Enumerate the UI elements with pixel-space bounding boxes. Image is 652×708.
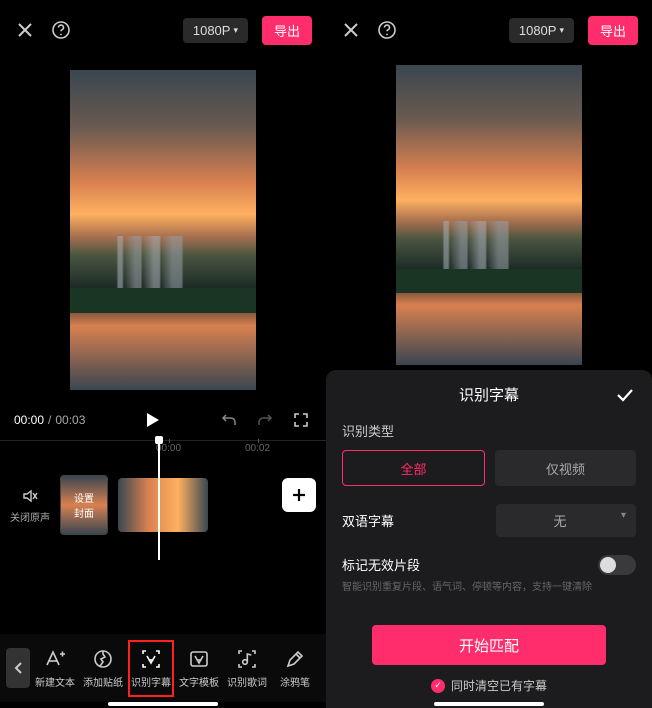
- tool-label: 识别字幕: [131, 674, 171, 689]
- tool-label: 涂鸦笔: [280, 674, 310, 689]
- player-controls: 00:00 / 00:03: [0, 400, 326, 440]
- bilingual-select[interactable]: 无: [496, 504, 636, 537]
- chevron-down-icon: ▾: [559, 25, 564, 36]
- editor-pane-right: 1080P ▾ 导出 识别字幕 识别类型 全部 仅视频 双语字幕 无 标记无效片: [326, 0, 652, 708]
- mute-toggle[interactable]: 关闭原声: [10, 487, 50, 524]
- panel-title: 识别字幕: [459, 384, 519, 405]
- tool-recognize-lyrics[interactable]: 识别歌词: [224, 642, 270, 695]
- tool-text-template[interactable]: 文字模板: [176, 642, 222, 695]
- confirm-icon[interactable]: [614, 384, 636, 406]
- playhead[interactable]: [158, 438, 160, 560]
- clear-existing-label: 同时清空已有字幕: [451, 677, 547, 694]
- topbar: 1080P ▾ 导出: [326, 0, 652, 60]
- option-all[interactable]: 全部: [342, 450, 485, 486]
- current-time: 00:00: [14, 413, 44, 427]
- close-icon[interactable]: [14, 19, 36, 41]
- tool-label: 识别歌词: [227, 674, 267, 689]
- invalid-row: 标记无效片段 智能识别重复片段、语气词、停顿等内容，支持一键清除: [342, 555, 636, 593]
- subtitle-scan-icon: [140, 648, 162, 670]
- export-button[interactable]: 导出: [588, 16, 638, 45]
- home-indicator: [434, 702, 544, 706]
- type-options: 全部 仅视频: [342, 450, 636, 486]
- type-label: 识别类型: [342, 421, 636, 440]
- redo-icon[interactable]: [254, 409, 276, 431]
- export-button[interactable]: 导出: [262, 16, 312, 45]
- tool-recognize-subtitle[interactable]: 识别字幕: [128, 640, 174, 697]
- fullscreen-icon[interactable]: [290, 409, 312, 431]
- recognize-subtitle-panel: 识别字幕 识别类型 全部 仅视频 双语字幕 无 标记无效片段 智能识别重复片段、…: [326, 370, 652, 708]
- checkmark-icon: ✓: [431, 679, 445, 693]
- play-icon[interactable]: [141, 409, 163, 431]
- video-preview[interactable]: [0, 60, 326, 400]
- bilingual-value: 无: [553, 514, 566, 529]
- toolbar-back-button[interactable]: [6, 648, 30, 688]
- undo-icon[interactable]: [218, 409, 240, 431]
- video-thumbnail: [396, 65, 582, 365]
- panel-header: 识别字幕: [342, 384, 636, 405]
- help-icon[interactable]: [50, 19, 72, 41]
- invalid-label: 标记无效片段: [342, 555, 592, 574]
- invalid-toggle[interactable]: [598, 555, 636, 575]
- template-icon: [188, 648, 210, 670]
- speaker-off-icon: [21, 487, 39, 505]
- tool-doodle-pen[interactable]: 涂鸦笔: [272, 642, 318, 695]
- resolution-button[interactable]: 1080P ▾: [183, 18, 248, 43]
- tool-add-sticker[interactable]: 添加贴纸: [80, 642, 126, 695]
- resolution-label: 1080P: [519, 23, 557, 38]
- resolution-label: 1080P: [193, 23, 231, 38]
- video-thumbnail: [70, 70, 256, 390]
- tool-label: 文字模板: [179, 674, 219, 689]
- resolution-button[interactable]: 1080P ▾: [509, 18, 574, 43]
- timeline[interactable]: 关闭原声 设置 封面: [0, 460, 326, 550]
- add-clip-button[interactable]: [282, 478, 316, 512]
- close-icon[interactable]: [340, 19, 362, 41]
- bilingual-row: 双语字幕 无: [342, 504, 636, 537]
- start-match-button[interactable]: 开始匹配: [372, 625, 606, 665]
- sticker-icon: [92, 648, 114, 670]
- invalid-desc: 智能识别重复片段、语气词、停顿等内容，支持一键清除: [342, 578, 592, 593]
- help-icon[interactable]: [376, 19, 398, 41]
- clear-existing-row[interactable]: ✓ 同时清空已有字幕: [342, 677, 636, 694]
- lyrics-scan-icon: [236, 648, 258, 670]
- editor-pane-left: 1080P ▾ 导出 00:00 / 00:03 00:00: [0, 0, 326, 708]
- home-indicator: [108, 702, 218, 706]
- tool-label: 添加贴纸: [83, 674, 123, 689]
- option-video-only[interactable]: 仅视频: [495, 450, 636, 486]
- timeline-clip[interactable]: [118, 478, 208, 532]
- set-cover-label: 设置 封面: [74, 490, 94, 520]
- tool-label: 新建文本: [35, 674, 75, 689]
- tool-new-text[interactable]: 新建文本: [32, 642, 78, 695]
- topbar: 1080P ▾ 导出: [0, 0, 326, 60]
- pen-icon: [284, 648, 306, 670]
- chevron-down-icon: ▾: [233, 25, 238, 36]
- ruler-tick: 00:02: [245, 443, 270, 454]
- set-cover-button[interactable]: 设置 封面: [60, 475, 108, 535]
- timeline-ruler[interactable]: 00:00 00:02: [0, 440, 326, 460]
- mute-label: 关闭原声: [10, 509, 50, 524]
- bottom-toolbar: 新建文本 添加贴纸 识别字幕 文字模板 识别歌词: [0, 634, 326, 702]
- video-preview[interactable]: [326, 60, 652, 370]
- total-time: 00:03: [55, 413, 85, 427]
- text-plus-icon: [44, 648, 66, 670]
- bilingual-label: 双语字幕: [342, 511, 394, 530]
